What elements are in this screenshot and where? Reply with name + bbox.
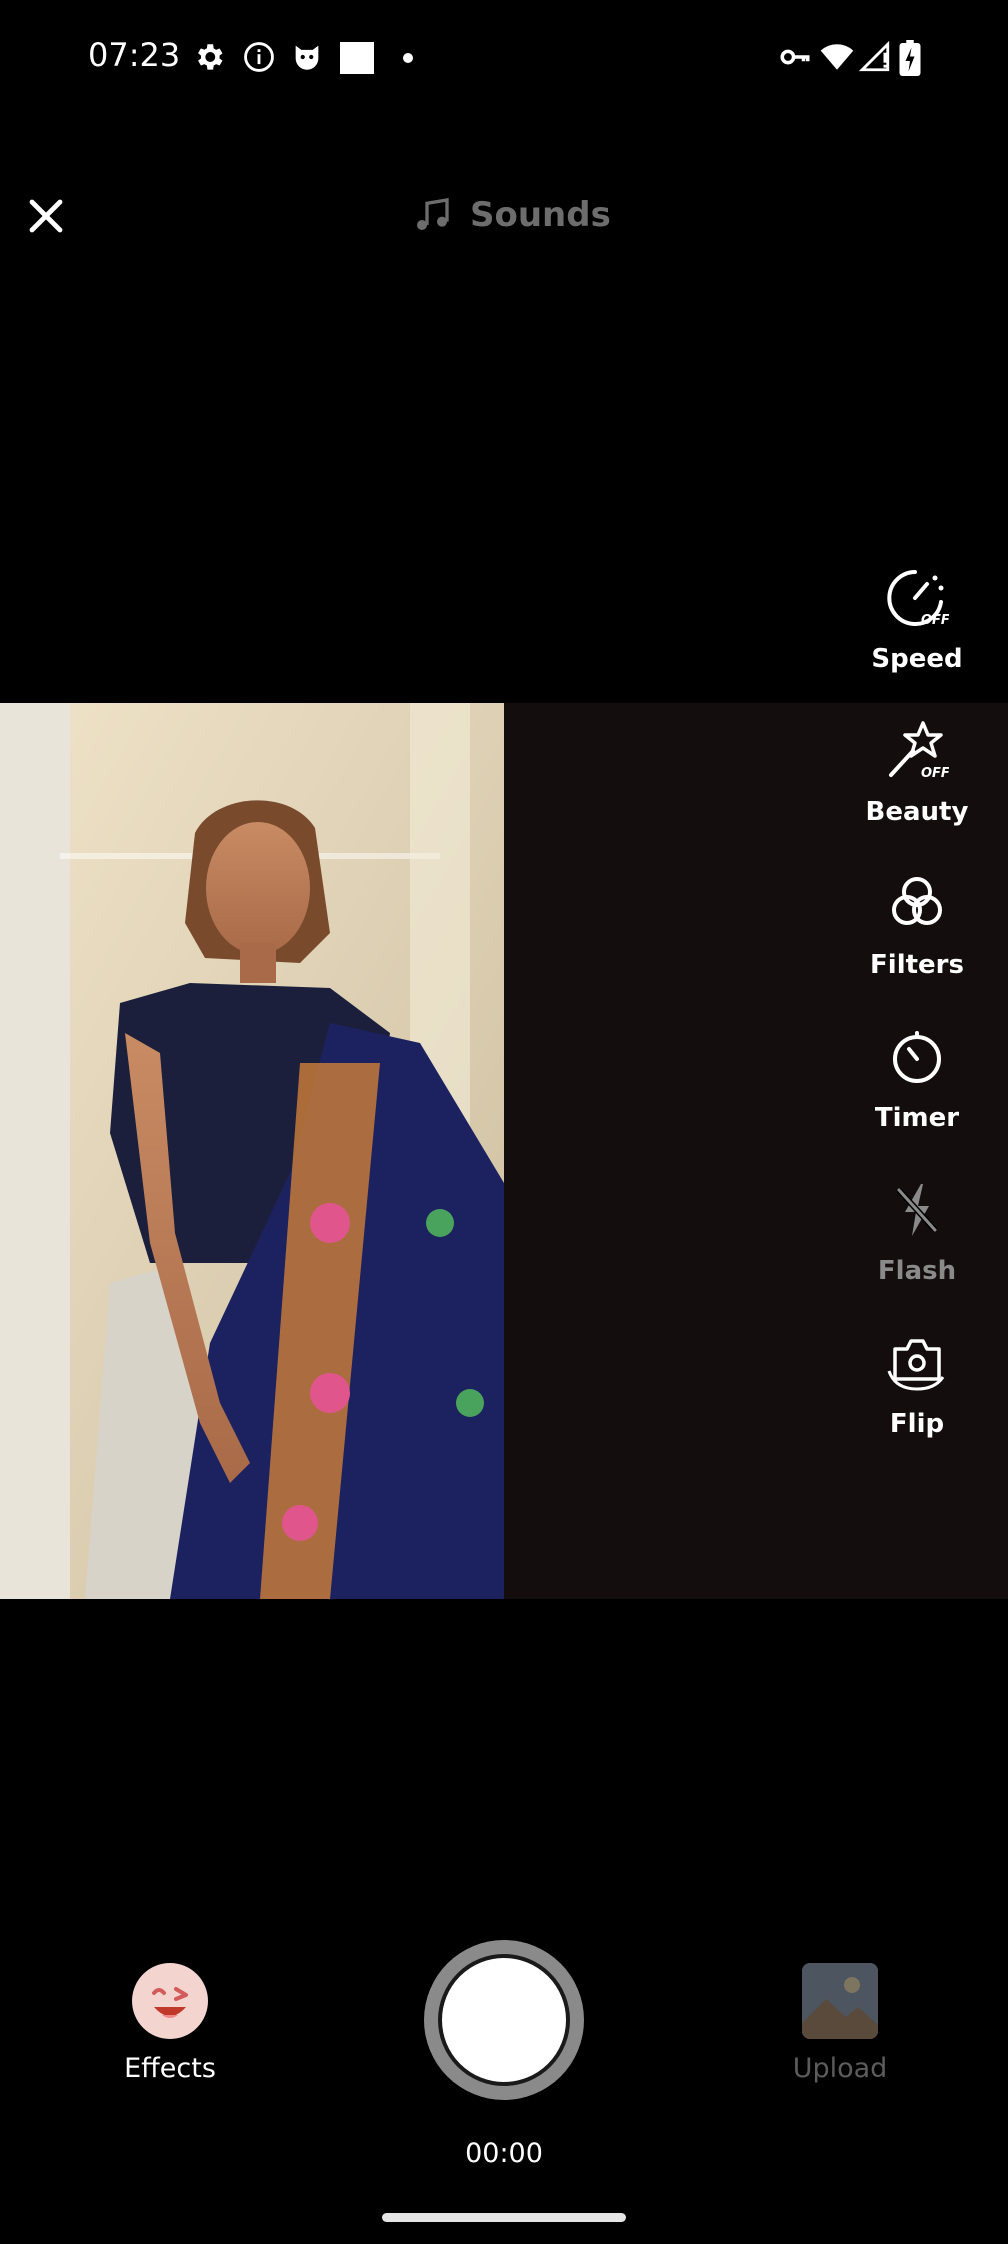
filters-icon bbox=[892, 877, 942, 925]
svg-text:OFF: OFF bbox=[921, 766, 949, 781]
close-button[interactable] bbox=[22, 192, 70, 240]
sounds-label: Sounds bbox=[470, 195, 611, 235]
speed-button[interactable]: OFF Speed bbox=[860, 566, 974, 674]
magic-wand-off-icon: OFF bbox=[889, 721, 949, 781]
record-button-inner bbox=[438, 1954, 570, 2086]
signal-icon bbox=[858, 40, 890, 72]
filters-label: Filters bbox=[870, 950, 964, 980]
sounds-button[interactable]: Sounds bbox=[412, 190, 611, 240]
timer-label: Timer bbox=[874, 1103, 960, 1133]
preview-photo bbox=[0, 703, 504, 1599]
flash-button[interactable]: Flash bbox=[860, 1178, 974, 1286]
svg-text:OFF: OFF bbox=[921, 613, 949, 628]
status-time: 07:23 bbox=[88, 36, 181, 74]
camera-preview[interactable] bbox=[0, 703, 1008, 1599]
timer-button[interactable]: Timer bbox=[860, 1025, 974, 1133]
battery-charging-icon bbox=[899, 40, 921, 76]
home-indicator[interactable] bbox=[382, 2213, 626, 2222]
info-icon bbox=[244, 42, 274, 72]
beauty-button[interactable]: OFF Beauty bbox=[860, 719, 974, 827]
gallery-image-icon bbox=[802, 1963, 878, 2039]
stopwatch-icon bbox=[893, 1031, 941, 1083]
effects-label: Effects bbox=[124, 2053, 216, 2084]
filters-button[interactable]: Filters bbox=[860, 872, 974, 980]
gear-icon bbox=[198, 44, 223, 70]
square-icon bbox=[340, 42, 374, 74]
upload-label: Upload bbox=[792, 2053, 888, 2084]
effects-button[interactable]: Effects bbox=[120, 1963, 220, 2084]
dot-icon bbox=[403, 53, 413, 63]
speedometer-off-icon: OFF bbox=[887, 570, 949, 628]
wifi-icon bbox=[820, 44, 854, 70]
flash-off-icon bbox=[896, 1184, 938, 1236]
flip-camera-icon bbox=[887, 1339, 945, 1391]
record-button[interactable] bbox=[424, 1940, 584, 2100]
effects-emoji-icon bbox=[132, 1963, 208, 2039]
vpn-key-icon bbox=[780, 49, 810, 65]
flip-button[interactable]: Flip bbox=[860, 1331, 974, 1439]
cat-face-icon bbox=[295, 45, 319, 70]
status-bar: 07:23 bbox=[0, 0, 1008, 115]
flash-label: Flash bbox=[877, 1256, 957, 1286]
flip-label: Flip bbox=[889, 1409, 945, 1439]
upload-button[interactable]: Upload bbox=[780, 1963, 900, 2084]
music-note-icon bbox=[417, 198, 449, 230]
record-timer: 00:00 bbox=[465, 2138, 543, 2169]
speed-label: Speed bbox=[871, 644, 963, 674]
beauty-label: Beauty bbox=[865, 797, 969, 827]
